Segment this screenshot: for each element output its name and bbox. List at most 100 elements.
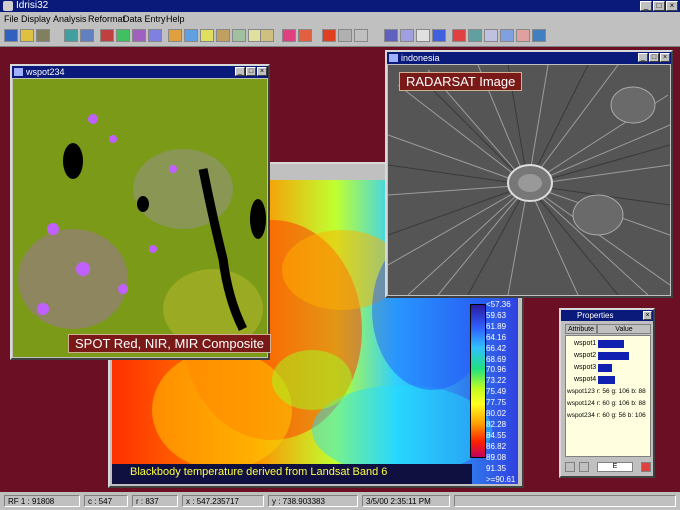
toolbar [0, 26, 680, 47]
spot-window-titlebar[interactable]: wspot234 _ □ × [12, 66, 268, 78]
legend-label: 64.16 [486, 332, 507, 342]
close-button[interactable]: × [660, 53, 670, 62]
app-icon [3, 1, 13, 11]
legend-label: 66.42 [486, 343, 507, 353]
window-icon[interactable] [200, 29, 214, 42]
legend-label: 86.82 [486, 441, 507, 451]
legend-labels: <57.36 59.63 61.89 64.16 66.42 68.69 70.… [486, 300, 522, 485]
info-line: wspot123 r: 56 g: 106 b: 88 [567, 388, 646, 395]
layer-icon[interactable] [80, 29, 94, 42]
stats-icon[interactable] [516, 29, 530, 42]
table-icon[interactable] [468, 29, 482, 42]
legend-label: 89.08 [486, 452, 507, 462]
maximize-button[interactable]: □ [653, 1, 665, 11]
status-rf: RF 1 : 91808 [4, 495, 80, 507]
print-icon[interactable] [260, 29, 274, 42]
close-button[interactable]: × [643, 311, 652, 320]
app-title: Idrisi32 [16, 0, 49, 11]
spot-window[interactable]: wspot234 _ □ × SPOT Red, NIR, MIR Compos… [10, 64, 272, 360]
status-bar: RF 1 : 91808 c : 547 r : 837 x : 547.235… [0, 492, 680, 510]
zoom-icon[interactable] [184, 29, 198, 42]
status-message [454, 495, 676, 507]
window-icon [389, 54, 398, 62]
close-button[interactable]: × [257, 67, 267, 76]
frame-icon[interactable] [216, 29, 230, 42]
composite-icon[interactable] [116, 29, 130, 42]
legend-label: 91.35 [486, 463, 507, 473]
database-icon[interactable] [500, 29, 514, 42]
properties-panel[interactable]: Properties × Attribute Value wspot1 wspo… [559, 308, 655, 478]
legend-label: 73.22 [486, 376, 507, 386]
status-y: y : 738.903383 [268, 495, 358, 507]
status-datetime: 3/5/00 2:35:11 PM [362, 495, 450, 507]
wave-icon[interactable] [432, 29, 446, 42]
column-header-value[interactable]: Value [597, 324, 651, 334]
minimize-button[interactable]: _ [638, 53, 648, 62]
legend-label: 68.69 [486, 354, 507, 364]
legend-label: 80.02 [486, 409, 507, 419]
help-icon[interactable] [282, 29, 296, 42]
group-icon[interactable] [148, 29, 162, 42]
info-line: wspot234 r: 60 g: 56 b: 106 [567, 412, 646, 419]
spot-image [13, 79, 267, 357]
spot-caption: SPOT Red, NIR, MIR Composite [68, 334, 272, 353]
vector-icon[interactable] [400, 29, 414, 42]
legend-label: 84.55 [486, 430, 507, 440]
image-icon[interactable] [416, 29, 430, 42]
attribute-name: wspot1 [574, 340, 597, 347]
close-button[interactable]: × [666, 1, 678, 11]
menu-help[interactable]: Help [166, 14, 185, 24]
menu-reformat[interactable]: Reformat [88, 14, 125, 24]
properties-titlebar[interactable]: Properties × [561, 310, 653, 321]
open-icon[interactable] [4, 29, 18, 42]
legend-label: 70.96 [486, 365, 507, 375]
status-row: r : 837 [132, 495, 178, 507]
info-icon[interactable] [532, 29, 546, 42]
menu-display[interactable]: Display [21, 14, 51, 24]
nav-prev-button[interactable] [565, 462, 575, 472]
status-col: c : 547 [84, 495, 128, 507]
legend-label: 75.49 [486, 387, 507, 397]
display-icon[interactable] [64, 29, 78, 42]
nav-next-button[interactable] [579, 462, 589, 472]
legend-label: 82.28 [486, 419, 507, 429]
legend-label: 77.75 [486, 398, 507, 408]
value-bar [598, 352, 629, 360]
chart-icon[interactable] [298, 29, 312, 42]
stop-icon[interactable] [641, 462, 651, 472]
window-icon [14, 68, 23, 76]
legend-label: 59.63 [486, 310, 507, 320]
stop-icon[interactable] [452, 29, 466, 42]
list-icon[interactable] [484, 29, 498, 42]
properties-list: wspot1 wspot2 wspot3 wspot4 wspot123 r: … [565, 335, 651, 457]
edit-icon[interactable] [338, 29, 352, 42]
grid-icon[interactable] [232, 29, 246, 42]
value-field[interactable]: E [597, 462, 633, 472]
save-icon[interactable] [36, 29, 50, 42]
radarsat-image [388, 65, 670, 295]
spot-window-title: wspot234 [26, 67, 65, 77]
network-icon[interactable] [384, 29, 398, 42]
maximize-button[interactable]: □ [649, 53, 659, 62]
info-line: wspot124 r: 60 g: 106 b: 88 [567, 400, 646, 407]
target-icon[interactable] [322, 29, 336, 42]
value-bar [598, 364, 612, 372]
minimize-button[interactable]: _ [235, 67, 245, 76]
attribute-name: wspot2 [574, 352, 597, 359]
menu-analysis[interactable]: Analysis [53, 14, 87, 24]
minimize-button[interactable]: _ [640, 1, 652, 11]
maximize-button[interactable]: □ [246, 67, 256, 76]
menu-data-entry[interactable]: Data Entry [123, 14, 166, 24]
menu-file[interactable]: File [4, 14, 19, 24]
palette-icon[interactable] [100, 29, 114, 42]
radarsat-window[interactable]: indonesia _ □ × RADARSAT Image [385, 50, 673, 298]
radarsat-window-titlebar[interactable]: indonesia _ □ × [387, 52, 671, 64]
digitize-icon[interactable] [354, 29, 368, 42]
query-icon[interactable] [132, 29, 146, 42]
landsat-caption: Blackbody temperature derived from Lands… [130, 466, 388, 478]
move-icon[interactable] [168, 29, 182, 42]
attribute-name: wspot3 [574, 364, 597, 371]
column-header-attribute[interactable]: Attribute [565, 324, 597, 334]
value-bar [598, 340, 624, 348]
folder-icon[interactable] [20, 29, 34, 42]
